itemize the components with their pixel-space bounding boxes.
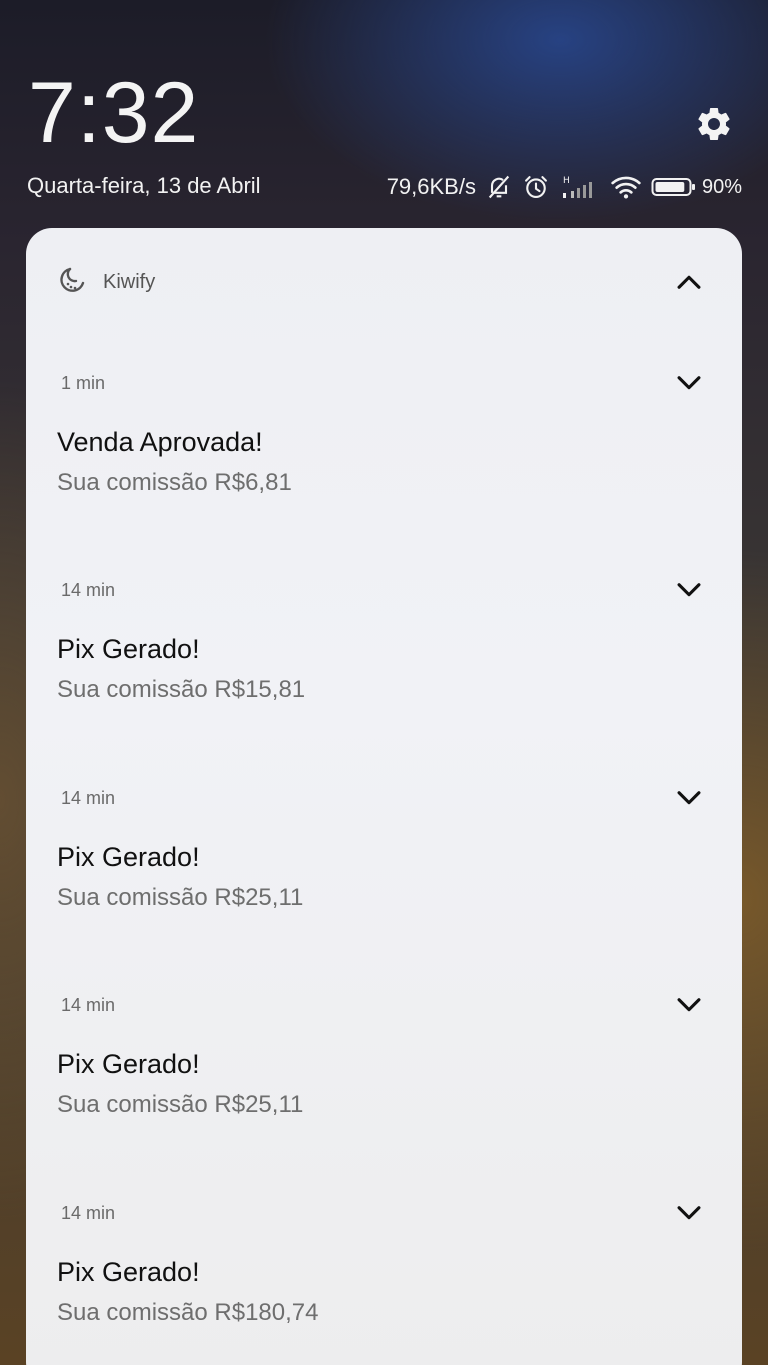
clock-time: 7:32 — [28, 65, 200, 161]
wifi-icon — [611, 176, 641, 199]
notification-title: Pix Gerado! — [57, 1049, 200, 1079]
date-label: Quarta-feira, 13 de Abril — [27, 173, 261, 198]
notification-body: Sua comissão R$6,81 — [57, 469, 292, 496]
notification-item[interactable]: 14 min Pix Gerado! Sua comissão R$15,81 — [26, 580, 742, 780]
notification-item[interactable]: 1 min Venda Aprovada! Sua comissão R$6,8… — [26, 373, 742, 573]
notification-body: Sua comissão R$25,11 — [57, 1091, 304, 1118]
svg-text:H: H — [563, 176, 570, 186]
notification-time: 14 min — [61, 788, 116, 808]
app-name: Kiwify — [103, 271, 156, 293]
kiwify-app-icon — [60, 267, 85, 292]
chevron-down-icon[interactable] — [672, 1195, 706, 1229]
notification-title: Pix Gerado! — [57, 634, 200, 664]
notification-time: 1 min — [61, 373, 106, 393]
signal-icon: H — [562, 176, 592, 198]
chevron-down-icon[interactable] — [672, 780, 706, 814]
notification-time: 14 min — [61, 1203, 116, 1223]
notification-body: Sua comissão R$15,81 — [57, 676, 306, 703]
notification-title: Pix Gerado! — [57, 1257, 200, 1287]
notification-card[interactable]: Kiwify 1 min Venda Aprovada! Sua comissã… — [26, 228, 742, 1365]
notification-time: 14 min — [61, 580, 116, 600]
mute-icon — [488, 175, 510, 199]
net-speed: 79,6KB/s — [386, 174, 476, 199]
notification-body: Sua comissão R$25,11 — [57, 884, 304, 911]
notification-item[interactable]: 14 min Pix Gerado! Sua comissão R$25,11 — [26, 995, 742, 1195]
chevron-down-icon[interactable] — [672, 572, 706, 606]
notification-item[interactable]: 14 min Pix Gerado! Sua comissão R$25,11 — [26, 788, 742, 988]
status-icons: 79,6KB/s H 90% — [387, 172, 742, 202]
notification-item[interactable]: 14 min Pix Gerado! Sua comissão R$180,74 — [26, 1203, 742, 1365]
battery-percent: 90% — [701, 175, 742, 198]
chevron-down-icon[interactable] — [672, 365, 706, 399]
notification-title: Venda Aprovada! — [57, 427, 263, 457]
chevron-up-icon[interactable] — [672, 266, 706, 300]
alarm-icon — [525, 176, 547, 198]
notification-group-header[interactable]: Kiwify — [26, 228, 742, 338]
notification-time: 14 min — [61, 995, 116, 1015]
notification-title: Pix Gerado! — [57, 842, 200, 872]
notification-body: Sua comissão R$180,74 — [57, 1299, 319, 1326]
chevron-down-icon[interactable] — [672, 987, 706, 1021]
gear-icon[interactable] — [694, 104, 734, 144]
battery-icon — [651, 178, 695, 196]
